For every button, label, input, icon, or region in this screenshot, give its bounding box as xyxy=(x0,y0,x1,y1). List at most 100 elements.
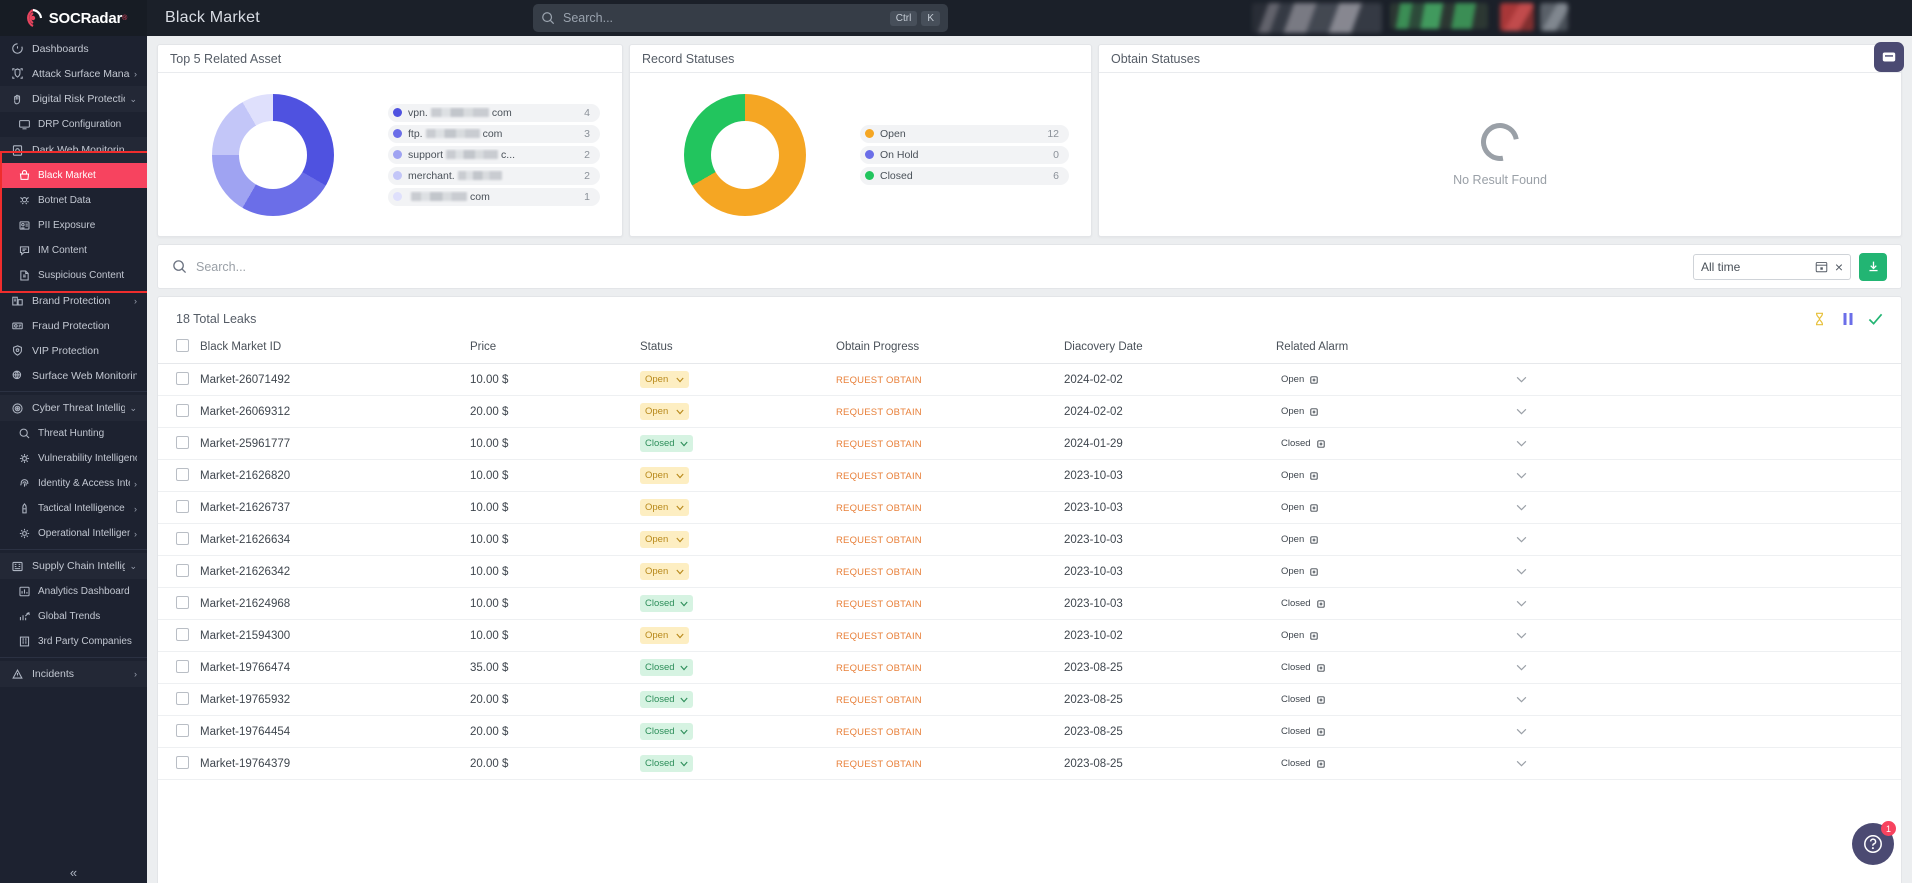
status-badge[interactable]: Open xyxy=(640,499,689,516)
chevron-down-icon[interactable] xyxy=(676,505,684,511)
row-checkbox[interactable] xyxy=(176,723,189,737)
row-checkbox[interactable] xyxy=(176,595,189,609)
table-row[interactable]: Market-19766474 35.00 $ Closed REQUEST OBTA… xyxy=(158,651,1901,684)
request-obtain-link[interactable]: REQUEST OBTAIN xyxy=(836,471,922,482)
row-checkbox[interactable] xyxy=(176,403,189,417)
external-link-icon[interactable] xyxy=(1316,663,1325,672)
expand-row-icon[interactable] xyxy=(1516,568,1879,575)
sidebar-collapse-button[interactable]: « xyxy=(0,861,147,883)
expand-row-icon[interactable] xyxy=(1516,600,1879,607)
col-status[interactable]: Status xyxy=(640,332,836,364)
legend-item[interactable]: On Hold 0 xyxy=(860,145,1069,164)
external-link-icon[interactable] xyxy=(1310,471,1318,480)
pause-icon[interactable] xyxy=(1840,311,1855,326)
sidebar-item-drp-configuration[interactable]: DRP Configuration xyxy=(0,112,147,137)
legend-item[interactable]: Closed 6 xyxy=(860,166,1069,185)
table-row[interactable]: Market-25961777 10.00 $ Closed REQUEST OBTA… xyxy=(158,427,1901,460)
sidebar-item-dashboards[interactable]: Dashboards xyxy=(0,36,147,61)
status-badge[interactable]: Closed xyxy=(640,595,693,612)
sidebar-item-attack-surface-management[interactable]: Attack Surface Management › xyxy=(0,61,147,86)
legend-item[interactable]: Open 12 xyxy=(860,124,1069,143)
sidebar-item-vulnerability-intelligence[interactable]: Vulnerability Intelligence xyxy=(0,446,147,471)
legend-item[interactable]: support c... 2 xyxy=(388,145,600,164)
sidebar-item-3rd-party-companies[interactable]: 3rd Party Companies xyxy=(0,629,147,654)
table-row[interactable]: Market-26071492 10.00 $ Open REQUEST OBTAIN… xyxy=(158,363,1901,396)
chevron-down-icon[interactable] xyxy=(676,377,684,383)
expand-row-icon[interactable] xyxy=(1516,440,1879,447)
external-link-icon[interactable] xyxy=(1316,695,1325,704)
sidebar-item-black-market[interactable]: Black Market xyxy=(0,163,147,188)
sidebar-item-analytics-dashboard[interactable]: Analytics Dashboard xyxy=(0,579,147,604)
external-link-icon[interactable] xyxy=(1310,407,1318,416)
row-checkbox[interactable] xyxy=(176,659,189,673)
chevron-down-icon[interactable]: ⌄ xyxy=(129,94,137,105)
related-alarm-badge[interactable]: Open xyxy=(1276,403,1325,420)
chevron-right-icon[interactable]: › xyxy=(134,529,137,539)
legend-item[interactable]: ftp. com 3 xyxy=(388,124,600,143)
status-badge[interactable]: Open xyxy=(640,627,689,644)
chevron-down-icon[interactable] xyxy=(676,409,684,415)
status-badge[interactable]: Closed xyxy=(640,755,693,772)
table-row[interactable]: Market-26069312 20.00 $ Open REQUEST OBTAIN… xyxy=(158,395,1901,428)
row-checkbox[interactable] xyxy=(176,467,189,481)
status-badge[interactable]: Open xyxy=(640,403,689,420)
chat-panel-toggle-button[interactable] xyxy=(1874,42,1904,72)
chevron-down-icon[interactable] xyxy=(679,665,688,671)
request-obtain-link[interactable]: REQUEST OBTAIN xyxy=(836,567,922,578)
sidebar-item-botnet-data[interactable]: Botnet Data xyxy=(0,188,147,213)
support-chat-button[interactable]: 1 xyxy=(1852,821,1896,865)
request-obtain-link[interactable]: REQUEST OBTAIN xyxy=(836,439,922,450)
table-search-input[interactable]: Search... xyxy=(172,259,1693,274)
chevron-down-icon[interactable] xyxy=(679,601,688,607)
related-alarm-badge[interactable]: Open xyxy=(1276,467,1325,484)
sidebar-item-digital-risk-protection[interactable]: Digital Risk Protection ⌄ xyxy=(0,86,147,112)
chevron-right-icon[interactable]: › xyxy=(134,479,137,489)
table-row[interactable]: Market-21626342 10.00 $ Open REQUEST OBTAIN… xyxy=(158,555,1901,588)
external-link-icon[interactable] xyxy=(1316,599,1325,608)
related-alarm-badge[interactable]: Open xyxy=(1276,371,1325,388)
legend-item[interactable]: vpn. com 4 xyxy=(388,103,600,122)
related-alarm-badge[interactable]: Closed xyxy=(1276,755,1330,772)
status-badge[interactable]: Closed xyxy=(640,659,693,676)
external-link-icon[interactable] xyxy=(1310,535,1318,544)
related-alarm-badge[interactable]: Closed xyxy=(1276,595,1330,612)
row-checkbox[interactable] xyxy=(176,627,189,641)
sidebar-item-operational-intelligence[interactable]: Operational Intelligence › xyxy=(0,521,147,546)
row-checkbox[interactable] xyxy=(176,691,189,705)
status-badge[interactable]: Open xyxy=(640,531,689,548)
table-row[interactable]: Market-19765932 20.00 $ Closed REQUEST OBTA… xyxy=(158,683,1901,716)
chevron-right-icon[interactable]: › xyxy=(134,669,137,679)
row-checkbox[interactable] xyxy=(176,371,189,385)
request-obtain-link[interactable]: REQUEST OBTAIN xyxy=(836,375,922,386)
status-badge[interactable]: Open xyxy=(640,563,689,580)
chevron-down-icon[interactable]: ⌄ xyxy=(129,145,137,156)
table-row[interactable]: Market-21626737 10.00 $ Open REQUEST OBTAIN… xyxy=(158,491,1901,524)
clear-date-icon[interactable]: × xyxy=(1835,260,1843,274)
related-alarm-badge[interactable]: Closed xyxy=(1276,691,1330,708)
sidebar-item-vip-protection[interactable]: VIP Protection xyxy=(0,338,147,363)
global-search[interactable]: Search... Ctrl K xyxy=(533,4,948,32)
chevron-down-icon[interactable] xyxy=(676,569,684,575)
hourglass-icon[interactable] xyxy=(1812,311,1827,326)
related-alarm-badge[interactable]: Open xyxy=(1276,499,1325,516)
check-icon[interactable] xyxy=(1868,311,1883,326)
chevron-down-icon[interactable] xyxy=(676,537,684,543)
export-download-button[interactable] xyxy=(1859,252,1887,281)
table-row[interactable]: Market-19764379 20.00 $ Closed REQUEST OBTA… xyxy=(158,747,1901,780)
row-checkbox[interactable] xyxy=(176,755,189,769)
request-obtain-link[interactable]: REQUEST OBTAIN xyxy=(836,503,922,514)
expand-row-icon[interactable] xyxy=(1516,632,1879,639)
external-link-icon[interactable] xyxy=(1316,727,1325,736)
request-obtain-link[interactable]: REQUEST OBTAIN xyxy=(836,407,922,418)
status-badge[interactable]: Closed xyxy=(640,723,693,740)
chevron-down-icon[interactable]: ⌄ xyxy=(129,403,137,414)
external-link-icon[interactable] xyxy=(1316,439,1325,448)
expand-row-icon[interactable] xyxy=(1516,696,1879,703)
date-range-picker[interactable]: All time × xyxy=(1693,253,1851,280)
external-link-icon[interactable] xyxy=(1316,759,1325,768)
expand-row-icon[interactable] xyxy=(1516,664,1879,671)
legend-item[interactable]: merchant. 2 xyxy=(388,166,600,185)
chevron-down-icon[interactable] xyxy=(679,441,688,447)
request-obtain-link[interactable]: REQUEST OBTAIN xyxy=(836,535,922,546)
sidebar-item-dark-web-monitoring[interactable]: Dark Web Monitoring ⌄ xyxy=(0,137,147,163)
